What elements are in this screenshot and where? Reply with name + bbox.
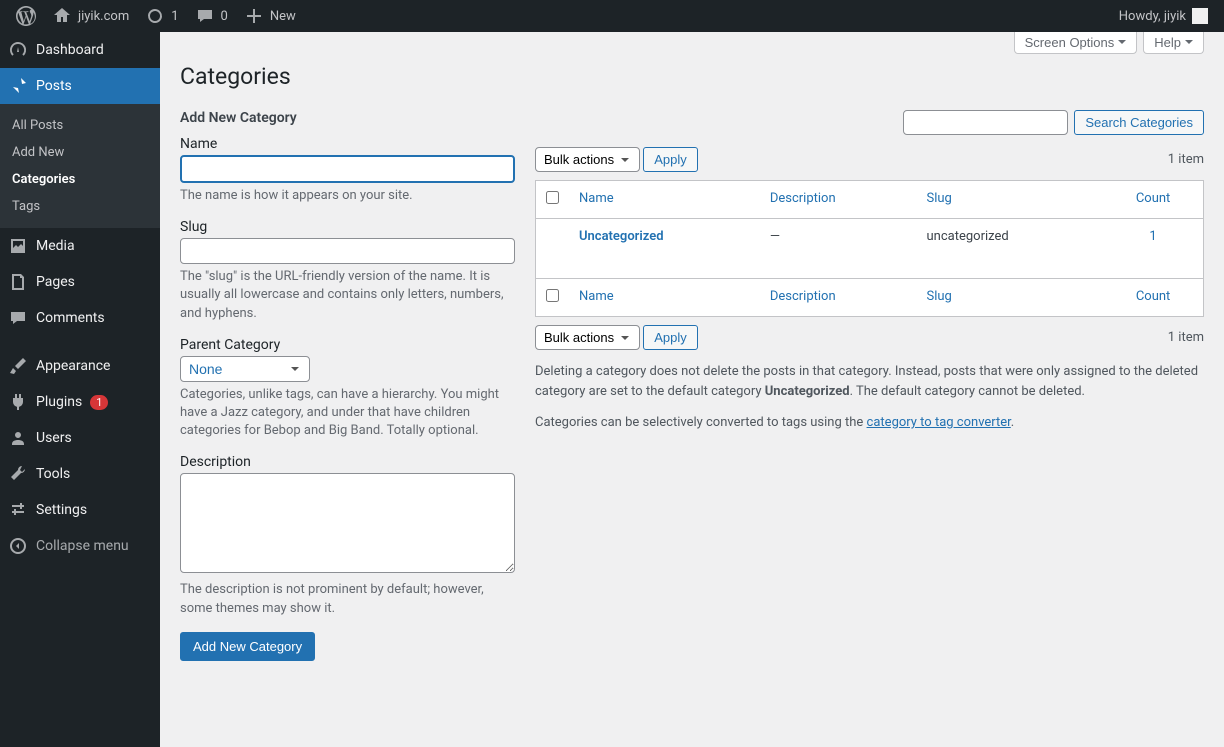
submenu-add-new[interactable]: Add New (0, 139, 160, 166)
site-name: jiyik.com (78, 9, 129, 24)
description-input[interactable] (180, 473, 515, 573)
plus-icon (244, 6, 264, 26)
apply-bottom-button[interactable]: Apply (643, 325, 698, 350)
parent-select[interactable]: None (180, 356, 310, 382)
menu-collapse[interactable]: Collapse menu (0, 528, 160, 564)
col-description[interactable]: Description (770, 191, 836, 206)
search-input[interactable] (903, 110, 1068, 135)
help-button[interactable]: Help (1143, 32, 1204, 54)
slug-description: The "slug" is the URL-friendly version o… (180, 268, 515, 323)
row-name-link[interactable]: Uncategorized (579, 229, 664, 244)
comments-count: 0 (221, 9, 228, 24)
updates-link[interactable]: 1 (137, 0, 186, 32)
name-label: Name (180, 136, 515, 152)
update-icon (145, 6, 165, 26)
name-input[interactable] (180, 155, 515, 183)
wrench-icon (8, 464, 28, 484)
name-description: The name is how it appears on your site. (180, 187, 515, 205)
add-category-form: Add New Category Name The name is how it… (180, 110, 515, 661)
item-count-bottom: 1 item (1168, 330, 1204, 345)
comment-icon (195, 6, 215, 26)
new-label: New (270, 9, 296, 24)
avatar (1192, 8, 1208, 24)
apply-top-button[interactable]: Apply (643, 147, 698, 172)
converter-link[interactable]: category to tag converter (867, 415, 1011, 430)
col-description-foot[interactable]: Description (770, 289, 836, 304)
menu-tools[interactable]: Tools (0, 456, 160, 492)
parent-description: Categories, unlike tags, can have a hier… (180, 386, 515, 441)
slug-input[interactable] (180, 238, 515, 264)
chevron-down-icon (1118, 40, 1126, 48)
admin-bar: jiyik.com 1 0 New Howdy, jiyik (0, 0, 1224, 32)
description-description: The description is not prominent by defa… (180, 581, 515, 617)
row-slug: uncategorized (916, 219, 1103, 279)
account-link[interactable]: Howdy, jiyik (1111, 0, 1216, 32)
bulk-actions-bottom[interactable]: Bulk actions (535, 325, 640, 350)
submenu-all-posts[interactable]: All Posts (0, 112, 160, 139)
admin-sidebar: Dashboard Posts All Posts Add New Catego… (0, 32, 160, 747)
select-all-bottom[interactable] (546, 289, 559, 302)
menu-appearance[interactable]: Appearance (0, 348, 160, 384)
updates-count: 1 (171, 9, 178, 24)
page-icon (8, 272, 28, 292)
description-label: Description (180, 454, 515, 470)
submit-button[interactable]: Add New Category (180, 632, 315, 661)
home-icon (52, 6, 72, 26)
categories-table: Name Description Slug Count Uncategorize… (535, 180, 1204, 317)
posts-submenu: All Posts Add New Categories Tags (0, 104, 160, 228)
content-area: Screen Options Help Categories Add New C… (160, 32, 1224, 747)
submenu-categories[interactable]: Categories (0, 166, 160, 193)
site-link[interactable]: jiyik.com (44, 0, 137, 32)
row-count-link[interactable]: 1 (1149, 229, 1156, 244)
page-title: Categories (180, 54, 1204, 110)
convert-note: Categories can be selectively converted … (535, 413, 1204, 433)
settings-icon (8, 500, 28, 520)
new-link[interactable]: New (236, 0, 304, 32)
menu-users[interactable]: Users (0, 420, 160, 456)
bulk-actions-top[interactable]: Bulk actions (535, 147, 640, 172)
collapse-icon (8, 536, 28, 556)
search-button[interactable]: Search Categories (1074, 110, 1204, 135)
plugins-badge: 1 (90, 395, 108, 410)
menu-comments[interactable]: Comments (0, 300, 160, 336)
pin-icon (8, 76, 28, 96)
col-count-foot[interactable]: Count (1136, 289, 1170, 304)
howdy-text: Howdy, jiyik (1119, 9, 1186, 24)
menu-pages[interactable]: Pages (0, 264, 160, 300)
submenu-tags[interactable]: Tags (0, 193, 160, 220)
comments-icon (8, 308, 28, 328)
category-list-panel: Search Categories Bulk actions Apply 1 i… (535, 110, 1204, 661)
brush-icon (8, 356, 28, 376)
col-name[interactable]: Name (579, 191, 614, 206)
menu-plugins[interactable]: Plugins 1 (0, 384, 160, 420)
col-slug[interactable]: Slug (926, 191, 951, 206)
dashboard-icon (8, 40, 28, 60)
form-heading: Add New Category (180, 110, 515, 126)
menu-media[interactable]: Media (0, 228, 160, 264)
chevron-down-icon (1185, 40, 1193, 48)
col-count[interactable]: Count (1136, 191, 1170, 206)
slug-label: Slug (180, 219, 515, 235)
col-slug-foot[interactable]: Slug (926, 289, 951, 304)
plug-icon (8, 392, 28, 412)
menu-posts[interactable]: Posts (0, 68, 160, 104)
col-name-foot[interactable]: Name (579, 289, 614, 304)
select-all-top[interactable] (546, 191, 559, 204)
wordpress-icon (16, 6, 36, 26)
delete-note: Deleting a category does not delete the … (535, 362, 1204, 401)
menu-settings[interactable]: Settings (0, 492, 160, 528)
table-row: Uncategorized — uncategorized 1 (536, 219, 1204, 279)
wp-logo[interactable] (8, 0, 44, 32)
parent-label: Parent Category (180, 337, 515, 353)
row-description: — (760, 219, 917, 279)
comments-link[interactable]: 0 (187, 0, 236, 32)
media-icon (8, 236, 28, 256)
screen-options-button[interactable]: Screen Options (1014, 32, 1138, 54)
user-icon (8, 428, 28, 448)
menu-dashboard[interactable]: Dashboard (0, 32, 160, 68)
item-count-top: 1 item (1168, 152, 1204, 167)
